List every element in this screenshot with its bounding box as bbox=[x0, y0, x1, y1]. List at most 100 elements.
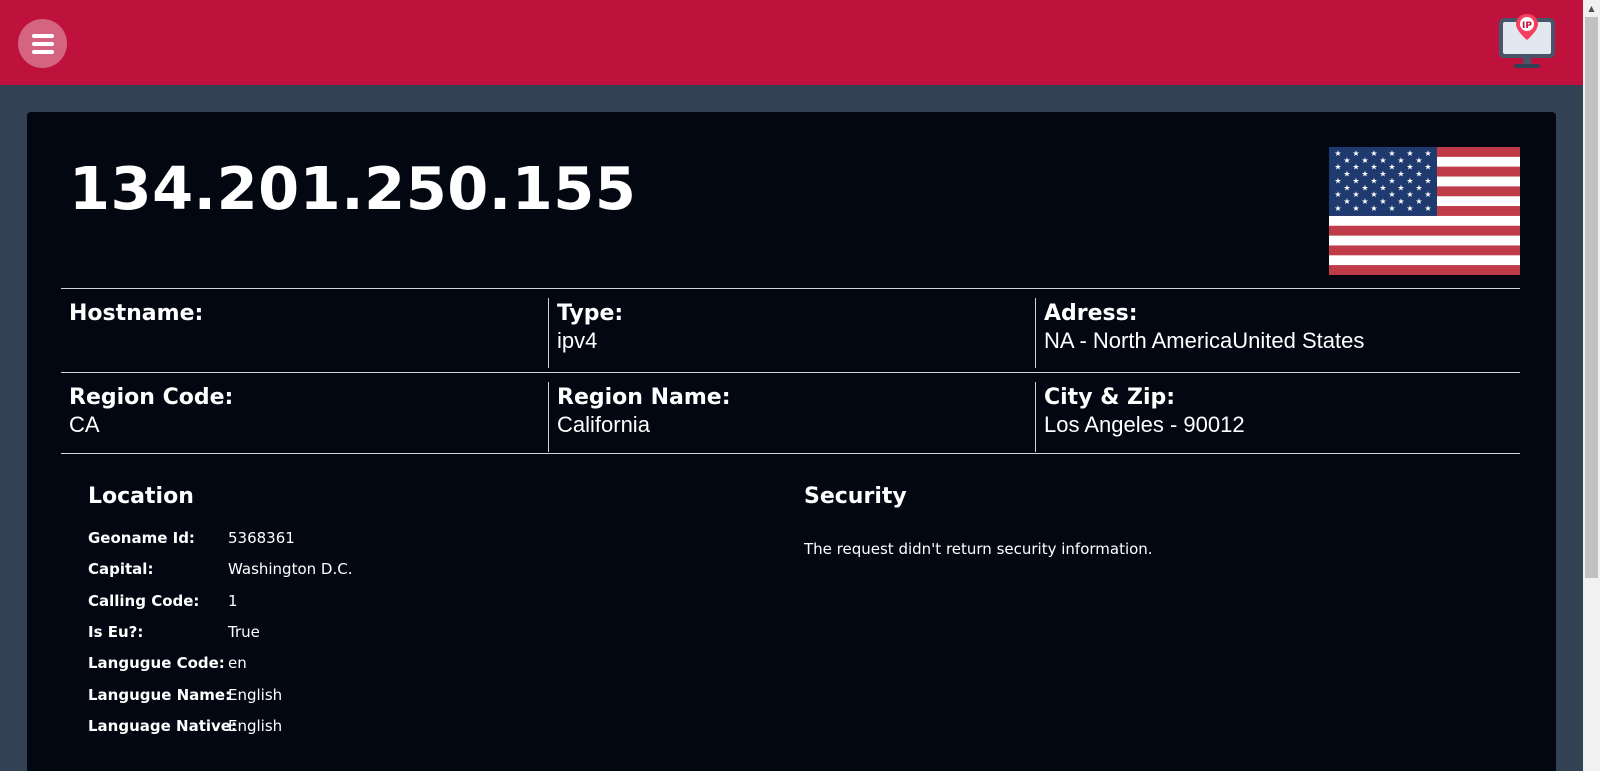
svg-text:★: ★ bbox=[1334, 149, 1341, 158]
region-code-label: Region Code: bbox=[69, 385, 234, 410]
region-code-cell: Region Code: CA bbox=[61, 382, 547, 452]
svg-text:★: ★ bbox=[1352, 204, 1359, 213]
location-value: Washington D.C. bbox=[228, 560, 353, 579]
location-value: English bbox=[228, 716, 283, 735]
svg-text:★: ★ bbox=[1379, 183, 1386, 192]
svg-text:★: ★ bbox=[1397, 183, 1404, 192]
ip-monitor-logo-icon[interactable]: IP bbox=[1496, 12, 1558, 70]
divider bbox=[61, 288, 1520, 289]
svg-text:★: ★ bbox=[1415, 170, 1422, 179]
svg-text:★: ★ bbox=[1379, 170, 1386, 179]
location-key: Langugue Code: bbox=[88, 654, 225, 673]
type-value: ipv4 bbox=[557, 328, 598, 353]
location-key: Capital: bbox=[88, 560, 154, 579]
svg-text:★: ★ bbox=[1370, 190, 1377, 199]
location-key: Geoname Id: bbox=[88, 529, 195, 547]
address-value: NA - North AmericaUnited States bbox=[1044, 328, 1365, 353]
svg-text:★: ★ bbox=[1424, 204, 1431, 213]
svg-text:★: ★ bbox=[1334, 176, 1341, 185]
svg-text:★: ★ bbox=[1397, 170, 1404, 179]
location-value: 5368361 bbox=[228, 529, 295, 547]
location-key: Is Eu?: bbox=[88, 622, 144, 641]
menu-icon-bar bbox=[31, 49, 54, 54]
vertical-scrollbar[interactable]: ▲ bbox=[1583, 0, 1600, 771]
city-zip-value: Los Angeles - 90012 bbox=[1044, 412, 1245, 437]
address-cell: Adress: NA - North AmericaUnited States bbox=[1035, 298, 1521, 368]
location-key: Calling Code: bbox=[88, 591, 200, 610]
type-label: Type: bbox=[557, 301, 624, 326]
svg-text:★: ★ bbox=[1388, 176, 1395, 185]
svg-text:★: ★ bbox=[1388, 190, 1395, 199]
svg-text:★: ★ bbox=[1370, 149, 1377, 158]
svg-text:★: ★ bbox=[1379, 197, 1386, 206]
svg-text:★: ★ bbox=[1343, 183, 1350, 192]
hostname-cell: Hostname: bbox=[61, 298, 547, 368]
security-title: Security bbox=[804, 484, 907, 509]
svg-text:★: ★ bbox=[1424, 163, 1431, 172]
svg-text:★: ★ bbox=[1415, 197, 1422, 206]
svg-text:★: ★ bbox=[1343, 170, 1350, 179]
svg-text:★: ★ bbox=[1415, 183, 1422, 192]
location-value: 1 bbox=[228, 591, 238, 610]
svg-text:★: ★ bbox=[1406, 149, 1413, 158]
ip-address-heading: 134.201.250.155 bbox=[69, 154, 637, 223]
scrollbar-thumb[interactable] bbox=[1585, 17, 1598, 578]
svg-text:★: ★ bbox=[1352, 163, 1359, 172]
svg-text:★: ★ bbox=[1352, 149, 1359, 158]
svg-text:★: ★ bbox=[1361, 156, 1368, 165]
region-name-cell: Region Name: California bbox=[548, 382, 1034, 452]
svg-text:★: ★ bbox=[1334, 190, 1341, 199]
hostname-label: Hostname: bbox=[69, 301, 204, 326]
svg-text:★: ★ bbox=[1343, 197, 1350, 206]
city-zip-cell: City & Zip: Los Angeles - 90012 bbox=[1035, 382, 1521, 452]
svg-text:★: ★ bbox=[1370, 163, 1377, 172]
svg-text:★: ★ bbox=[1424, 149, 1431, 158]
us-flag-icon: ★ ★ ★ ★ ★ ★ ★ ★ ★ ★ ★ ★ ★ ★ ★ ★ ★ ★ ★ ★ ★ ★ ★ ★ ★ ★ ★ ★ ★ ★ ★ ★ ★ ★ ★ ★ ★ ★ ★ ★… bbox=[1329, 147, 1520, 276]
scroll-up-arrow-icon[interactable]: ▲ bbox=[1583, 0, 1600, 17]
region-name-label: Region Name: bbox=[557, 385, 731, 410]
menu-icon-bar bbox=[31, 33, 54, 38]
divider bbox=[61, 453, 1520, 454]
location-value: English bbox=[228, 685, 283, 704]
divider bbox=[61, 372, 1520, 373]
address-label: Adress: bbox=[1044, 301, 1138, 326]
svg-text:★: ★ bbox=[1334, 204, 1341, 213]
top-bar: IP bbox=[0, 0, 1583, 85]
svg-text:★: ★ bbox=[1361, 183, 1368, 192]
location-value: True bbox=[228, 622, 260, 641]
svg-text:★: ★ bbox=[1379, 156, 1386, 165]
svg-text:★: ★ bbox=[1388, 204, 1395, 213]
svg-text:★: ★ bbox=[1424, 176, 1431, 185]
svg-text:★: ★ bbox=[1388, 149, 1395, 158]
svg-text:★: ★ bbox=[1361, 197, 1368, 206]
svg-text:★: ★ bbox=[1352, 190, 1359, 199]
location-value: en bbox=[228, 654, 247, 673]
svg-text:★: ★ bbox=[1406, 204, 1413, 213]
type-cell: Type: ipv4 bbox=[548, 298, 1034, 368]
location-key: Language Native: bbox=[88, 716, 237, 735]
svg-text:★: ★ bbox=[1406, 163, 1413, 172]
hamburger-menu-button[interactable] bbox=[18, 19, 67, 68]
region-code-value: CA bbox=[69, 412, 100, 437]
svg-text:★: ★ bbox=[1415, 156, 1422, 165]
svg-text:★: ★ bbox=[1388, 163, 1395, 172]
location-title: Location bbox=[88, 484, 194, 509]
svg-text:★: ★ bbox=[1361, 170, 1368, 179]
menu-icon-bar bbox=[31, 41, 54, 46]
svg-text:★: ★ bbox=[1406, 190, 1413, 199]
svg-text:★: ★ bbox=[1334, 163, 1341, 172]
ip-details-card: 134.201.250.155 ★ ★ ★ ★ ★ ★ ★ ★ ★ ★ ★ ★ ★ ★ ★ ★ ★ ★ ★ ★ ★ ★ ★ ★… bbox=[27, 112, 1556, 771]
region-name-value: California bbox=[557, 412, 650, 437]
svg-text:★: ★ bbox=[1424, 190, 1431, 199]
security-message: The request didn't return security infor… bbox=[804, 540, 1153, 558]
svg-text:★: ★ bbox=[1370, 176, 1377, 185]
svg-text:★: ★ bbox=[1370, 204, 1377, 213]
svg-text:★: ★ bbox=[1343, 156, 1350, 165]
logo-text: IP bbox=[1522, 21, 1532, 31]
svg-text:★: ★ bbox=[1397, 197, 1404, 206]
svg-text:★: ★ bbox=[1406, 176, 1413, 185]
svg-text:★: ★ bbox=[1352, 176, 1359, 185]
svg-text:★: ★ bbox=[1397, 156, 1404, 165]
city-zip-label: City & Zip: bbox=[1044, 385, 1176, 410]
location-key: Langugue Name: bbox=[88, 685, 232, 704]
